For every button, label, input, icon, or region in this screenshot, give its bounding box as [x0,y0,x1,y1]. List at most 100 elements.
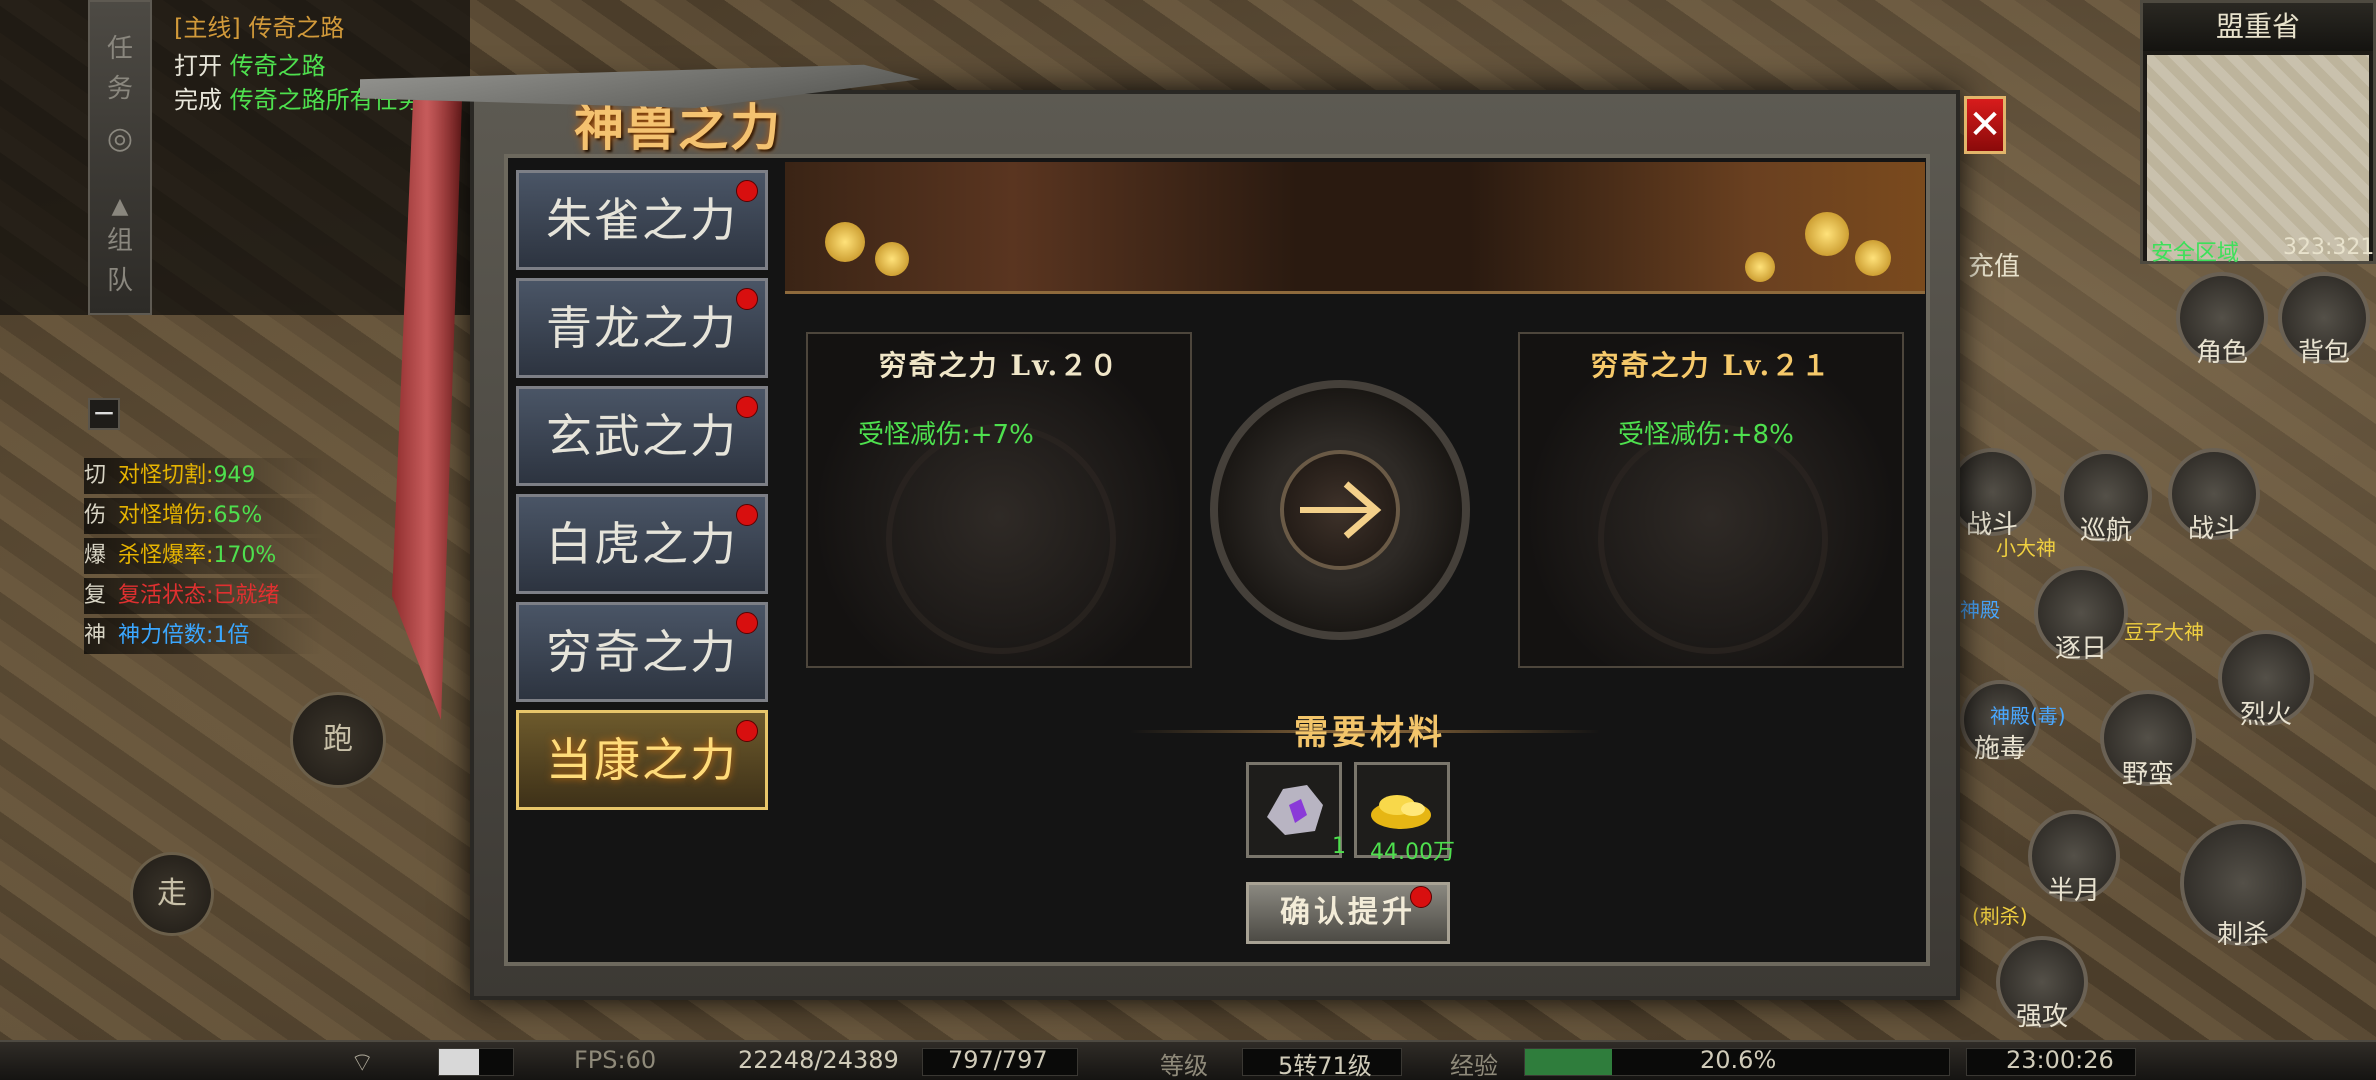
stat-key: 爆 [84,543,107,568]
skill-label: 逐日 [2054,634,2107,664]
wifi-icon: ⌔ [350,1048,375,1078]
next-level-title: 穷奇之力 Lv.２１ [1590,349,1832,382]
bottom-status-bar: ⌔ FPS:60 22248/24389 797/797 等级 5转71级 经验… [0,1040,2376,1080]
next-level-card: 穷奇之力 Lv.２１ 受怪减伤:+8% [1518,332,1904,668]
skill-label: 战斗 [2187,514,2240,544]
stat-key: 神 [84,623,107,648]
quest-line-open[interactable]: 打开 传奇之路 [174,46,326,81]
safe-zone-label: 安全区域 [2151,241,2240,266]
stat-row: 爆杀怪爆率:170% [84,538,324,574]
arrow-right-icon [1300,481,1382,539]
skill-button[interactable]: 巡航 [2060,450,2152,546]
tab-badge-dot [736,504,758,526]
run-button[interactable]: 跑 [290,692,386,788]
skill-button[interactable]: 角色 [2176,272,2268,368]
skill-label: 烈火 [2239,700,2292,730]
stat-label: 对怪切割: [118,463,214,488]
quest-main-line[interactable]: [主线] 传奇之路 [174,8,344,43]
material-count-ore: 1 [1332,834,1346,859]
quest-tab-char-2[interactable]: 务 [100,72,140,106]
stat-label: 杀怪爆率: [118,543,214,568]
confirm-badge-dot [1410,886,1432,908]
minimap-title: 盟重省 [2143,3,2373,51]
skill-label: 野蛮 [2121,760,2174,790]
skill-button[interactable]: 逐日 [2034,566,2128,664]
player-name-tag[interactable]: 豆子大神 [2124,616,2204,645]
team-tab-char-1[interactable]: 组 [100,224,140,258]
tab-badge-dot [736,180,758,202]
stat-key: 复 [84,583,107,608]
game-scene: 任 务 ◎ ▲ 组 队 [主线] 传奇之路 打开 传奇之路 完成 传奇之路所有任… [0,0,2376,1080]
hp-value: 22248/24389 [738,1046,899,1074]
player-name-tag[interactable]: (刺杀) [1972,900,2028,929]
skill-button[interactable]: 背包 [2278,272,2370,368]
skill-label: 施毒 [1973,734,2026,764]
material-slot-ore[interactable] [1246,762,1342,858]
skill-button[interactable]: 战斗 [1948,448,2036,540]
stat-label: 复活状态: [118,583,214,608]
player-coordinates: 323:321 [2283,235,2375,260]
skill-button[interactable]: 半月 [2028,810,2120,906]
current-level-title: 穷奇之力 Lv.２０ [878,349,1120,382]
treasure-banner [785,162,1925,294]
exp-percent: 20.6% [1700,1046,1777,1074]
recharge-label[interactable]: 充值 [1968,246,2020,283]
next-level-stat: 受怪减伤:+8% [1618,420,1794,450]
tab-badge-dot [736,288,758,310]
close-button[interactable]: ✕ [1964,96,2006,154]
stat-value: 1倍 [213,623,250,648]
tab-badge-dot [736,612,758,634]
player-name-tag[interactable]: 小大神 [1996,532,2056,561]
skill-button[interactable]: 野蛮 [2100,690,2196,790]
stat-label: 对怪增伤: [118,503,214,528]
triangle-icon: ▲ [111,194,129,219]
player-name-tag[interactable]: 神殿 [1960,594,2000,623]
quest-tab-char-1[interactable]: 任 [100,32,140,66]
tab-4[interactable]: 白虎之力 [516,494,768,594]
fps-counter: FPS:60 [574,1046,657,1074]
current-level-card: 穷奇之力 Lv.２０ 受怪减伤:+7% [806,332,1192,668]
quest-side-tabs[interactable]: 任 务 ◎ ▲ 组 队 [88,0,152,315]
tab-3[interactable]: 玄武之力 [516,386,768,486]
player-name-tag[interactable]: 神殿(毒) [1990,700,2066,729]
stat-row: 神神力倍数:1倍 [84,618,324,654]
level-value: 5转71级 [1278,1052,1372,1080]
skill-button[interactable]: 刺杀 [2180,820,2306,950]
tab-1[interactable]: 朱雀之力 [516,170,768,270]
collapse-button[interactable]: − [88,398,120,430]
stat-value: 949 [213,463,256,488]
card-ring [886,424,1116,654]
clock: 23:00:26 [2006,1046,2114,1074]
minimap-view[interactable] [2147,55,2369,261]
current-level-stat: 受怪减伤:+7% [858,420,1034,450]
skill-label: 角色 [2195,338,2248,368]
level-label: 等级 [1160,1052,1208,1080]
battery-icon [438,1048,514,1076]
skill-label: 强攻 [2015,1002,2068,1032]
walk-button[interactable]: 走 [130,852,214,936]
tab-5[interactable]: 穷奇之力 [516,602,768,702]
stat-row: 切对怪切割:949 [84,458,324,494]
swirl-icon[interactable]: ◎ [100,122,140,156]
card-ring [1598,424,1828,654]
stat-key: 切 [84,463,107,488]
mp-value: 797/797 [948,1046,1048,1074]
minimap[interactable]: 盟重省 安全区域 323:321 [2140,0,2376,266]
exp-label: 经验 [1450,1052,1498,1080]
skill-button[interactable]: 强攻 [1996,936,2088,1032]
upgrade-arrow-emblem [1210,380,1470,640]
skill-button[interactable]: 烈火 [2218,630,2314,730]
tab-badge-dot [736,720,758,742]
materials-title: 需要材料 [1294,713,1446,753]
team-tab-char-2[interactable]: 队 [100,264,140,298]
stat-value: 170% [213,543,277,568]
stat-row: 伤对怪增伤:65% [84,498,324,534]
tab-badge-dot [736,396,758,418]
stat-value: 已就绪 [213,583,280,608]
stat-key: 伤 [84,503,107,528]
tab-6[interactable]: 当康之力 [516,710,768,810]
skill-label: 巡航 [2079,516,2132,546]
skill-button[interactable]: 战斗 [2168,448,2260,544]
material-count-gold: 44.00万 [1370,840,1455,865]
tab-2[interactable]: 青龙之力 [516,278,768,378]
